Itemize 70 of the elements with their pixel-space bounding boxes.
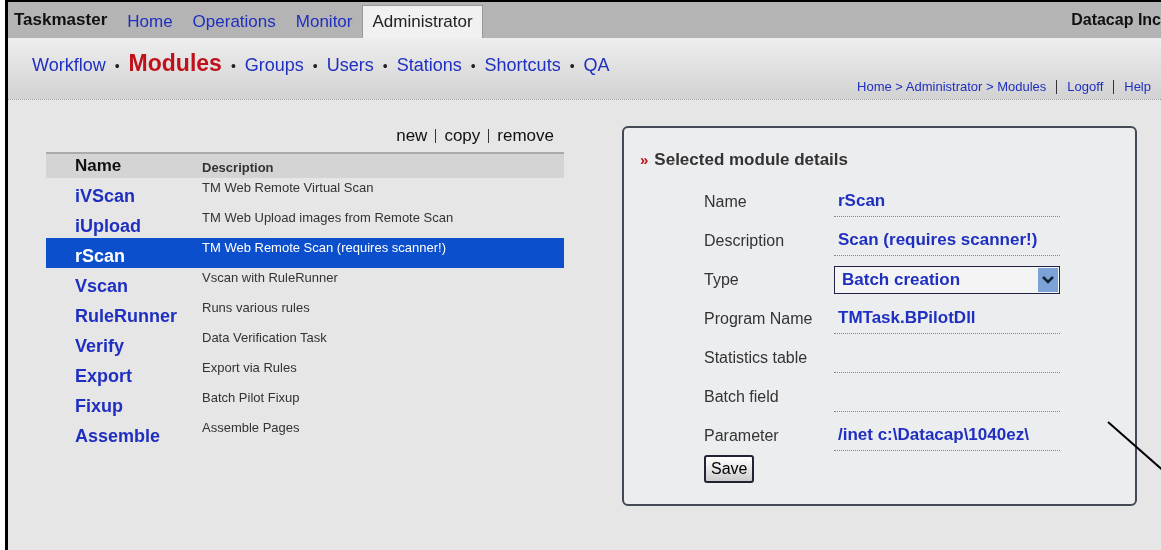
module-row[interactable]: RuleRunner Runs various rules (46, 298, 564, 328)
module-row[interactable]: iVScan TM Web Remote Virtual Scan (46, 178, 564, 208)
save-button[interactable]: Save (704, 455, 755, 483)
field-label: Name (704, 192, 748, 211)
module-description: TM Web Upload images from Remote Scan (202, 209, 455, 227)
input-field[interactable]: TMTask.BPilotDll (834, 303, 1060, 334)
field-label: Batch field (704, 387, 780, 406)
separator-dot: • (569, 58, 575, 74)
module-description: TM Web Remote Scan (requires scanner!) (202, 239, 447, 257)
module-description: Batch Pilot Fixup (202, 389, 301, 407)
nav-tab[interactable]: Home (117, 5, 183, 38)
subnav-link[interactable]: Workflow (32, 55, 106, 76)
subnav-link[interactable]: Stations (396, 55, 462, 76)
subnav-link[interactable]: Modules (128, 50, 222, 77)
module-description: Data Verification Task (202, 329, 328, 347)
subnav-link[interactable]: Shortcuts (484, 55, 561, 76)
header-link[interactable]: Help (1124, 79, 1151, 94)
field-label: Program Name (704, 309, 814, 328)
module-row[interactable]: Vscan Vscan with RuleRunner (46, 268, 564, 298)
module-name: Vscan (74, 275, 130, 298)
module-description: Runs various rules (202, 299, 311, 317)
panel-title: Selected module details (654, 150, 849, 170)
module-name: iVScan (74, 185, 137, 208)
header-link[interactable]: Logoff (1067, 79, 1104, 94)
subnav-link[interactable]: QA (583, 55, 610, 76)
separator-dot: • (382, 58, 388, 74)
field-label: Parameter (704, 426, 780, 445)
nav-tab[interactable]: Operations (182, 5, 286, 38)
field-label: Description (704, 231, 786, 250)
subnav-link[interactable]: Users (326, 55, 374, 76)
nav-tab[interactable]: Administrator (362, 5, 483, 38)
input-field[interactable]: Scan (requires scanner!) (834, 225, 1060, 256)
company-name: Datacap Inc (1071, 11, 1161, 29)
app-title: Taskmaster (14, 10, 108, 30)
caret-icon (1038, 267, 1058, 292)
input-field[interactable]: /inet c:\Datacap\1040ez\ (834, 420, 1060, 451)
module-row[interactable]: rScan TM Web Remote Scan (requires scanner!) (46, 238, 564, 268)
action-link[interactable]: copy (444, 126, 481, 146)
module-name: Export (74, 365, 133, 388)
module-description: Export via Rules (202, 359, 298, 377)
column-header: Description (202, 159, 275, 175)
subnav-link[interactable]: Groups (244, 55, 304, 76)
module-description: Vscan with RuleRunner (202, 269, 339, 287)
module-row[interactable]: Verify Data Verification Task (46, 328, 564, 358)
separator-dot: • (312, 58, 318, 74)
module-description: Assemble Pages (202, 419, 301, 437)
column-header: Name (74, 156, 123, 176)
module-description: TM Web Remote Virtual Scan (202, 179, 375, 197)
module-name: rScan (74, 245, 127, 268)
module-row[interactable]: Fixup Batch Pilot Fixup (46, 388, 564, 418)
module-name: Assemble (74, 425, 162, 448)
field-label: Type (704, 270, 740, 289)
separator-dot: • (230, 58, 236, 74)
module-name: Fixup (74, 395, 124, 418)
separator-dot: • (114, 58, 120, 74)
type-dropdown[interactable]: Batch creation (834, 265, 1060, 294)
action-link[interactable]: remove (497, 126, 554, 146)
field-label: Statistics table (704, 348, 809, 367)
module-row[interactable]: iUpload TM Web Upload images from Remote Scan (46, 208, 564, 238)
separator-dot: • (470, 58, 476, 74)
module-name: iUpload (74, 215, 142, 238)
module-row[interactable]: Assemble Assemble Pages (46, 418, 564, 448)
bullet-marker: » (640, 151, 649, 168)
action-link[interactable]: new (396, 126, 428, 146)
nav-tab[interactable]: Monitor (285, 5, 363, 38)
module-row[interactable]: Export Export via Rules (46, 358, 564, 388)
input-field[interactable]: rScan (834, 186, 1060, 217)
module-name: Verify (74, 335, 126, 358)
module-name: RuleRunner (74, 305, 178, 328)
breadcrumb[interactable]: Home > Administrator > Modules (857, 79, 1047, 94)
